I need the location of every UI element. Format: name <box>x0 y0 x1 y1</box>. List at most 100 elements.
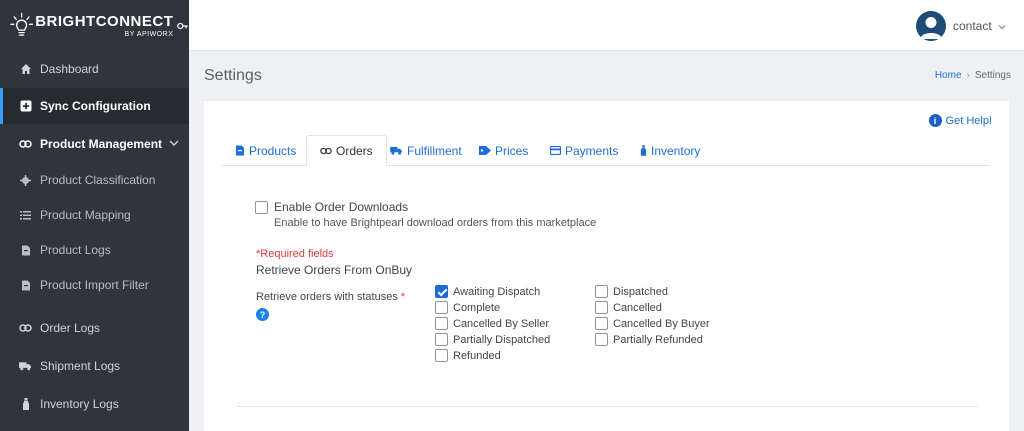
sidebar-item-label: Product Logs <box>40 243 111 257</box>
status-option-cancelled-by-buyer[interactable]: Cancelled By Buyer <box>595 317 710 330</box>
brand-name: BRIGHTCONNECT <box>35 12 174 30</box>
sidebar-item-shipment-logs[interactable]: Shipment Logs <box>0 348 189 384</box>
truck-icon <box>19 360 32 373</box>
settings-card: i Get Help! Products Orders Fulfillment <box>204 101 1009 431</box>
status-label: Cancelled By Seller <box>453 317 549 330</box>
tab-orders[interactable]: Orders <box>306 135 387 166</box>
tab-label: Fulfillment <box>407 143 462 158</box>
settings-tabs: Products Orders Fulfillment Prices Payme… <box>222 135 991 166</box>
status-checkbox[interactable] <box>595 333 608 346</box>
tab-label: Orders <box>336 143 373 158</box>
sidebar-item-label: Inventory Logs <box>40 397 119 411</box>
status-checkbox[interactable] <box>595 301 608 314</box>
section-divider <box>237 406 978 407</box>
sidebar-item-product-management[interactable]: Product Management <box>0 126 189 162</box>
user-name: contact <box>953 19 992 33</box>
statuses-label: Retrieve orders with statuses * <box>256 291 405 303</box>
key-icon <box>177 22 189 29</box>
chevron-down-icon <box>169 140 179 146</box>
statuses-label-text: Retrieve orders with statuses <box>256 291 398 303</box>
status-checkbox[interactable] <box>435 317 448 330</box>
status-option-cancelled-by-seller[interactable]: Cancelled By Seller <box>435 317 549 330</box>
status-label: Dispatched <box>613 285 669 298</box>
file-icon <box>19 279 32 292</box>
tag-icon <box>479 146 491 155</box>
truck-icon <box>390 146 403 155</box>
link-icon <box>19 322 32 335</box>
user-avatar[interactable] <box>916 11 946 41</box>
info-icon: i <box>928 114 942 127</box>
tab-label: Prices <box>495 143 529 158</box>
tab-label: Payments <box>565 143 619 158</box>
status-option-refunded[interactable]: Refunded <box>435 349 501 362</box>
tab-fulfillment[interactable]: Fulfillment <box>390 135 462 166</box>
status-label: Refunded <box>453 349 501 362</box>
status-label: Cancelled <box>613 301 662 314</box>
get-help-link[interactable]: i Get Help! <box>928 114 992 127</box>
tab-payments[interactable]: Payments <box>550 135 618 166</box>
topbar: contact <box>189 0 1024 51</box>
status-checkbox[interactable] <box>435 333 448 346</box>
chevron-down-icon <box>998 24 1006 30</box>
enable-order-downloads-label: Enable Order Downloads <box>274 200 409 214</box>
status-option-awaiting-dispatch[interactable]: Awaiting Dispatch <box>435 285 540 298</box>
status-label: Partially Dispatched <box>453 333 551 346</box>
status-checkbox[interactable] <box>595 285 608 298</box>
breadcrumb: Home › Settings <box>935 70 1011 81</box>
breadcrumb-home-link[interactable]: Home <box>935 70 962 81</box>
link-icon <box>320 147 332 155</box>
sidebar-item-label: Sync Configuration <box>40 99 151 113</box>
sidebar-item-product-logs[interactable]: Product Logs <box>0 232 189 268</box>
sidebar-item-label: Dashboard <box>40 62 99 76</box>
status-label: Cancelled By Buyer <box>613 317 710 330</box>
sidebar-item-label: Product Management <box>40 137 163 151</box>
status-label: Awaiting Dispatch <box>453 285 541 298</box>
retrieve-orders-title: Retrieve Orders From OnBuy <box>256 263 413 277</box>
brand-logo[interactable]: BRIGHTCONNECT BY APIWORX <box>0 0 189 51</box>
tab-prices[interactable]: Prices <box>479 135 528 166</box>
file-icon <box>19 244 32 257</box>
card-icon <box>550 146 561 155</box>
status-label: Partially Refunded <box>613 333 703 346</box>
tab-products[interactable]: Products <box>235 135 296 166</box>
tab-label: Inventory <box>651 143 701 158</box>
sidebar-item-product-mapping[interactable]: Product Mapping <box>0 197 189 233</box>
enable-order-downloads-checkbox[interactable] <box>255 201 268 214</box>
home-icon <box>19 63 32 76</box>
status-label: Complete <box>453 301 501 314</box>
page-title: Settings <box>204 67 262 84</box>
tab-inventory[interactable]: Inventory <box>640 135 700 166</box>
status-option-complete[interactable]: Complete <box>435 301 500 314</box>
status-option-partially-dispatched[interactable]: Partially Dispatched <box>435 333 550 346</box>
sidebar-item-product-classification[interactable]: Product Classification <box>0 162 189 198</box>
bottle-icon <box>640 145 647 156</box>
brand-byline: BY APIWORX <box>124 30 174 38</box>
bottle-icon <box>19 398 32 411</box>
required-fields-note: *Required fields <box>256 248 334 260</box>
statuses-help-icon[interactable]: ? <box>256 308 269 321</box>
sidebar-item-order-logs[interactable]: Order Logs <box>0 310 189 346</box>
status-option-cancelled[interactable]: Cancelled <box>595 301 662 314</box>
user-icon <box>920 17 942 39</box>
gear-icon <box>19 174 32 187</box>
status-option-partially-refunded[interactable]: Partially Refunded <box>595 333 703 346</box>
sidebar-item-sync-configuration[interactable]: Sync Configuration <box>0 88 189 124</box>
sidebar-item-label: Product Classification <box>40 173 156 187</box>
sidebar-item-label: Product Mapping <box>40 208 131 222</box>
link-icon <box>19 138 32 151</box>
status-checkbox[interactable] <box>435 285 448 298</box>
sidebar-item-label: Shipment Logs <box>40 359 121 373</box>
sidebar-item-inventory-logs[interactable]: Inventory Logs <box>0 386 189 422</box>
user-menu[interactable]: contact <box>953 19 1006 33</box>
sync-icon <box>19 100 32 113</box>
document-icon <box>235 145 245 156</box>
tab-label: Products <box>249 143 297 158</box>
sidebar-item-product-import-filter[interactable]: Product Import Filter <box>0 267 189 303</box>
status-option-dispatched[interactable]: Dispatched <box>595 285 668 298</box>
sidebar-item-dashboard[interactable]: Dashboard <box>0 51 189 87</box>
status-checkbox[interactable] <box>595 317 608 330</box>
status-checkbox[interactable] <box>435 349 448 362</box>
breadcrumb-separator-icon: › <box>966 70 970 81</box>
sidebar-item-label: Product Import Filter <box>40 278 149 292</box>
status-checkbox[interactable] <box>435 301 448 314</box>
